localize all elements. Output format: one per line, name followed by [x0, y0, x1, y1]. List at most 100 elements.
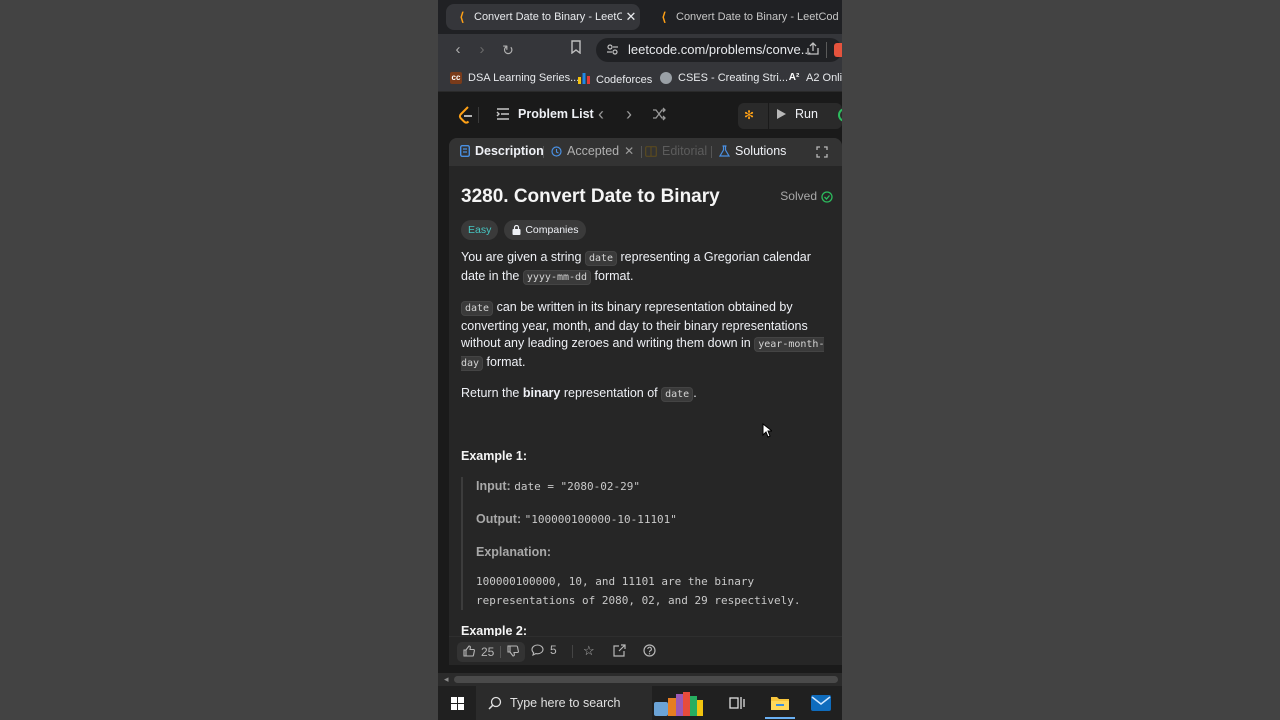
- help-icon[interactable]: [643, 644, 656, 657]
- submit-icon[interactable]: [838, 108, 842, 122]
- tab-inactive[interactable]: ⟨ Convert Date to Binary - LeetCode: [648, 4, 838, 30]
- title-row: 3280. Convert Date to Binary Solved: [461, 184, 833, 210]
- leetcode-header: Problem List ‹ › ✻ Run: [438, 92, 842, 138]
- books-widget-icon[interactable]: [654, 690, 716, 718]
- leetcode-favicon-icon: ⟨: [459, 10, 465, 24]
- tab-separator: [641, 146, 642, 158]
- scrollbar-thumb[interactable]: [454, 676, 838, 683]
- description-panel: Description Accepted ✕ Editorial Solutio…: [449, 138, 842, 665]
- problem-title[interactable]: 3280. Convert Date to Binary: [461, 188, 720, 206]
- close-icon[interactable]: ✕: [622, 9, 640, 25]
- description-paragraph-2: date can be written in its binary repres…: [461, 300, 825, 371]
- tab-label: Editorial: [662, 144, 708, 158]
- tab-editorial[interactable]: Editorial: [645, 144, 707, 158]
- share-icon[interactable]: [806, 42, 820, 61]
- bookmark-label: CSES - Creating Stri...: [678, 72, 789, 84]
- share-icon[interactable]: [613, 644, 626, 657]
- example-explanation-label: Explanation:: [476, 545, 552, 559]
- site-settings-icon[interactable]: [606, 43, 619, 61]
- reload-icon[interactable]: ↻: [498, 40, 518, 60]
- comment-icon: [531, 644, 544, 656]
- back-icon[interactable]: ‹: [448, 40, 468, 60]
- panel-footer: 25 5 ☆: [449, 636, 842, 665]
- prev-problem-icon[interactable]: ‹: [598, 104, 604, 125]
- lock-icon: [512, 225, 521, 235]
- run-button[interactable]: Run: [776, 107, 818, 121]
- leetcode-logo-icon[interactable]: [458, 106, 474, 129]
- shuffle-icon[interactable]: [652, 107, 666, 126]
- run-label: Run: [795, 107, 818, 121]
- companies-button[interactable]: Companies: [504, 220, 587, 240]
- cc-icon: cc: [450, 72, 462, 84]
- mouse-cursor-icon: [762, 422, 774, 443]
- problem-list-link[interactable]: Problem List: [518, 107, 594, 121]
- next-problem-icon[interactable]: ›: [626, 104, 632, 125]
- document-icon: [460, 145, 470, 157]
- close-icon[interactable]: ✕: [624, 144, 634, 158]
- bookmark-icon[interactable]: [566, 40, 586, 60]
- bookmark-label: A2 Onlin: [806, 72, 842, 84]
- bookmark-a2[interactable]: A² A2 Onlin: [788, 72, 842, 84]
- example-output: Output: "100000100000-10-11101": [476, 512, 677, 526]
- comment-count: 5: [550, 643, 557, 657]
- tab-label: Solutions: [735, 144, 787, 158]
- tab-active[interactable]: ⟨ Convert Date to Binary - LeetCo ✕: [446, 4, 640, 30]
- tab-bar: ⟨ Convert Date to Binary - LeetCo ✕ ⟨ Co…: [438, 0, 842, 34]
- tab-solutions[interactable]: Solutions: [719, 144, 786, 158]
- tab-accepted[interactable]: Accepted ✕: [551, 144, 634, 158]
- comments-button[interactable]: 5: [531, 643, 557, 657]
- tag-row: Easy Companies: [461, 220, 833, 240]
- flask-icon: [719, 145, 730, 157]
- omnibox-divider: [826, 42, 827, 58]
- bookmark-label: Codeforces: [596, 73, 653, 86]
- list-icon[interactable]: [496, 107, 510, 126]
- active-app-indicator: [765, 717, 795, 719]
- mail-icon[interactable]: [811, 695, 831, 716]
- description-paragraph-1: You are given a string date representing…: [461, 250, 811, 285]
- description-paragraph-3: Return the binary representation of date…: [461, 386, 697, 402]
- search-icon: [488, 696, 502, 710]
- windows-taskbar: Type here to search: [438, 686, 842, 720]
- play-icon: [777, 109, 786, 119]
- bookmarks-bar: cc DSA Learning Series... Codeforces CSE…: [438, 66, 842, 92]
- thumbs-down-icon[interactable]: [507, 644, 520, 660]
- bookmark-dsa[interactable]: cc DSA Learning Series...: [450, 72, 579, 84]
- toolbar-divider: [768, 103, 769, 129]
- difficulty-badge: Easy: [461, 220, 499, 240]
- check-circle-icon: [821, 191, 833, 203]
- file-explorer-icon[interactable]: [770, 694, 790, 716]
- tab-separator: [543, 146, 544, 158]
- example-input: Input: date = "2080-02-29": [476, 479, 641, 493]
- search-placeholder: Type here to search: [510, 696, 621, 710]
- example-explanation-text: 100000100000, 10, and 11101 are the bina…: [476, 575, 801, 607]
- globe-icon: [660, 72, 672, 84]
- tab-label: Accepted: [567, 144, 620, 158]
- solved-label: Solved: [780, 189, 817, 204]
- brave-shield-icon[interactable]: [834, 43, 842, 57]
- tab-description[interactable]: Description: [460, 144, 544, 158]
- taskbar-search[interactable]: Type here to search: [476, 686, 652, 720]
- bookmark-codeforces[interactable]: Codeforces: [578, 72, 652, 87]
- debug-icon[interactable]: ✻: [744, 108, 754, 122]
- vote-group: 25: [457, 642, 526, 662]
- leetcode-favicon-icon: ⟨: [661, 10, 667, 24]
- scroll-left-icon[interactable]: ◂: [444, 674, 449, 685]
- omnibox[interactable]: leetcode.com/problems/conve...: [596, 38, 842, 62]
- header-divider: [478, 107, 479, 123]
- example-1-block: Input: date = "2080-02-29" Output: "1000…: [461, 477, 833, 610]
- bookmark-cses[interactable]: CSES - Creating Stri...: [660, 72, 788, 84]
- bars-icon: [578, 72, 590, 87]
- address-bar-row: ‹ › ↻ leetcode.com/problems/conve...: [438, 34, 842, 66]
- star-icon[interactable]: ☆: [583, 643, 595, 659]
- url-text[interactable]: leetcode.com/problems/conve...: [628, 42, 812, 57]
- forward-icon[interactable]: ›: [472, 40, 492, 60]
- thumbs-up-icon[interactable]: [463, 644, 475, 660]
- footer-divider: [572, 645, 573, 658]
- windows-start-icon[interactable]: [451, 697, 464, 715]
- panel-tabs: Description Accepted ✕ Editorial Solutio…: [449, 138, 842, 166]
- run-toolbar: ✻ Run: [738, 103, 842, 129]
- task-view-icon[interactable]: [729, 696, 745, 715]
- expand-icon[interactable]: [816, 145, 828, 163]
- example-1-title: Example 1:: [461, 448, 528, 463]
- horizontal-scrollbar[interactable]: ◂: [438, 673, 842, 686]
